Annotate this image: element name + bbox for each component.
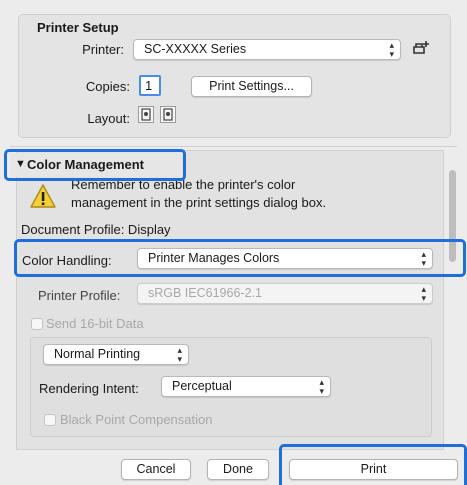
printer-label: Printer: xyxy=(82,42,124,57)
color-management-title: Color Management xyxy=(27,157,145,172)
cancel-button[interactable]: Cancel xyxy=(121,459,191,480)
document-profile: Document Profile: Display xyxy=(21,222,171,237)
send-16bit-checkbox[interactable] xyxy=(31,318,43,330)
layout-icon-landscape[interactable] xyxy=(160,106,176,123)
done-button[interactable]: Done xyxy=(207,459,269,480)
color-handling-select[interactable]: Printer Manages Colors ▴ ▾ xyxy=(137,248,433,269)
chevron-updown-icon: ▴ ▾ xyxy=(421,283,426,303)
copies-value: 1 xyxy=(145,78,153,93)
chevron-updown-icon: ▴ ▾ xyxy=(389,39,394,59)
black-point-checkbox[interactable] xyxy=(44,414,56,426)
printer-profile-value: sRGB IEC61966-2.1 xyxy=(148,286,262,300)
send-16bit-label: Send 16-bit Data xyxy=(46,316,144,331)
rendering-intent-value: Perceptual xyxy=(172,379,232,393)
black-point-label: Black Point Compensation xyxy=(60,412,213,427)
printing-mode-select[interactable]: Normal Printing ▴ ▾ xyxy=(43,344,189,365)
copies-input[interactable]: 1 xyxy=(139,75,161,96)
rendering-intent-label: Rendering Intent: xyxy=(39,381,139,396)
chevron-updown-icon: ▴ ▾ xyxy=(319,376,324,396)
print-button[interactable]: Print xyxy=(289,459,458,480)
chevron-updown-icon: ▴ ▾ xyxy=(177,344,182,364)
color-handling-label: Color Handling: xyxy=(22,253,112,268)
warning-text: Remember to enable the printer's color m… xyxy=(71,177,327,210)
rendering-intent-select[interactable]: Perceptual ▴ ▾ xyxy=(161,376,331,397)
disclosure-triangle-icon: ▼ xyxy=(15,158,26,170)
print-settings-button[interactable]: Print Settings... xyxy=(191,76,312,97)
add-printer-icon[interactable] xyxy=(411,39,431,59)
copies-label: Copies: xyxy=(85,79,130,94)
scrollbar-thumb[interactable] xyxy=(449,170,456,262)
layout-icon-portrait[interactable] xyxy=(138,106,154,123)
printer-profile-select[interactable]: sRGB IEC61966-2.1 ▴ ▾ xyxy=(137,283,433,304)
divider xyxy=(10,146,457,147)
printer-profile-label: Printer Profile: xyxy=(38,288,121,303)
layout-label: Layout: xyxy=(87,111,130,126)
printer-select-value: SC-XXXXX Series xyxy=(144,42,247,56)
warning-icon xyxy=(29,183,57,209)
chevron-updown-icon: ▴ ▾ xyxy=(421,248,426,268)
color-management-header[interactable]: ▼ Color Management xyxy=(10,153,182,177)
printer-select[interactable]: SC-XXXXX Series ▴ ▾ xyxy=(133,39,401,60)
color-handling-value: Printer Manages Colors xyxy=(148,251,280,265)
printing-mode-value: Normal Printing xyxy=(54,347,141,361)
printer-setup-title: Printer Setup xyxy=(37,20,119,35)
